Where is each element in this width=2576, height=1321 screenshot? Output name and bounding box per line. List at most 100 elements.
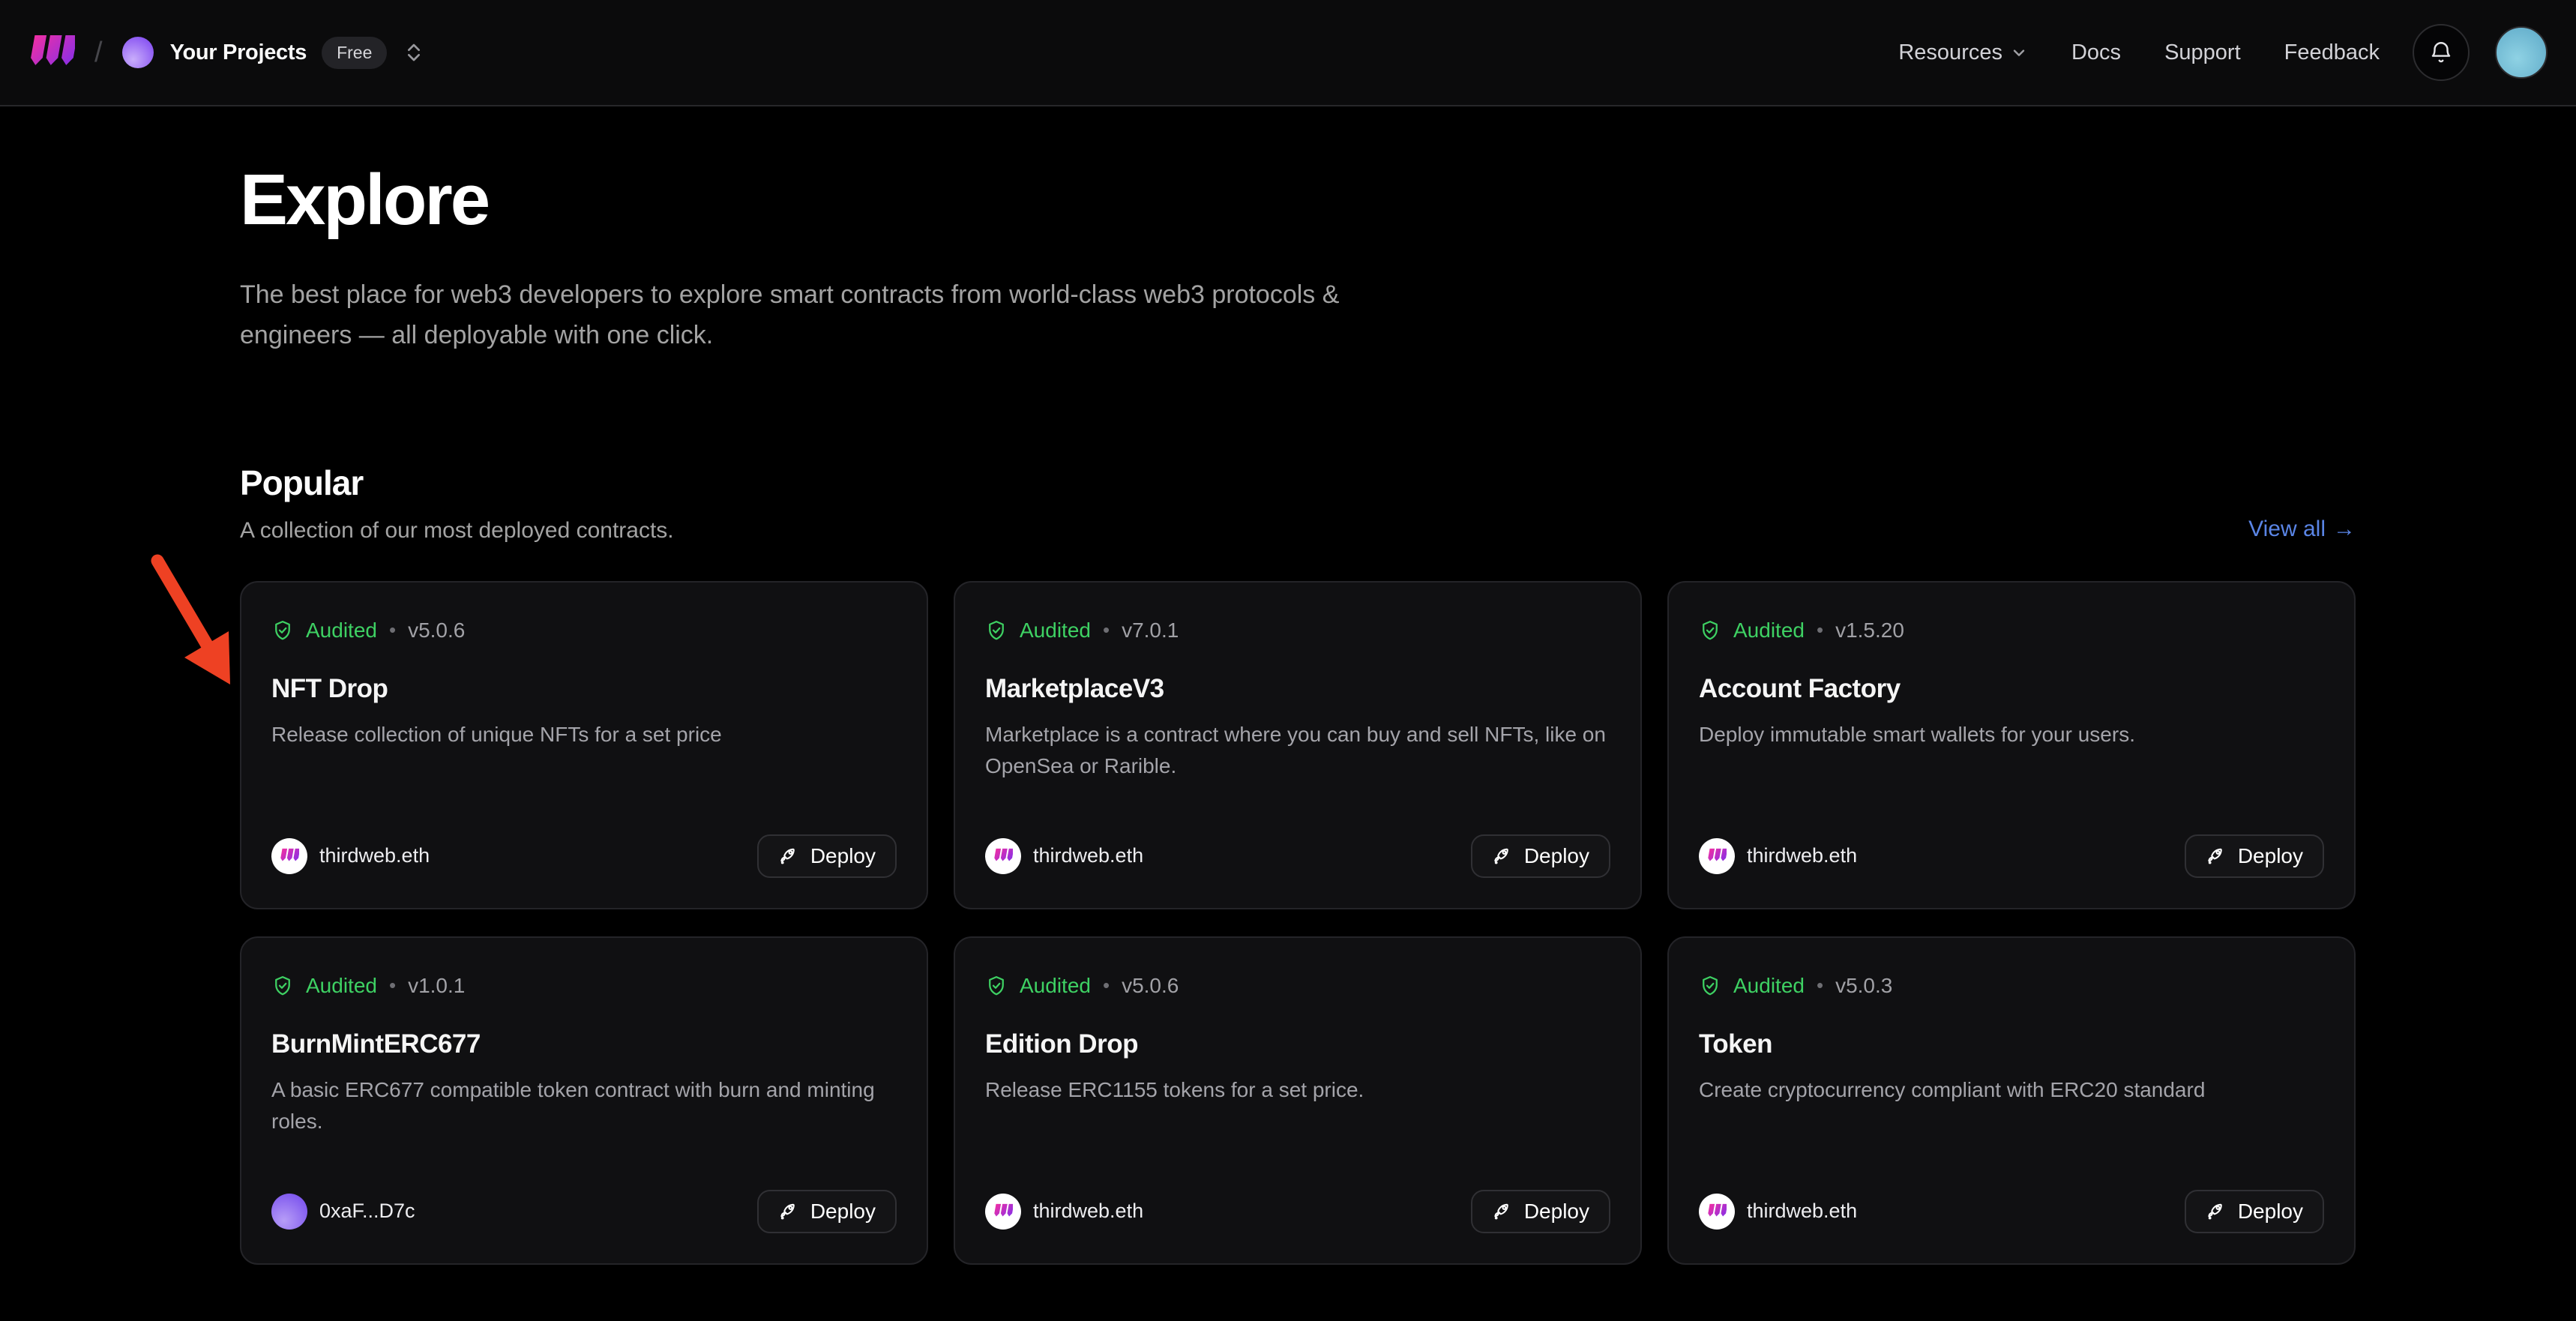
publisher[interactable]: thirdweb.eth	[1699, 838, 1857, 874]
publisher[interactable]: thirdweb.eth	[271, 838, 430, 874]
team-switcher-chevrons-icon[interactable]	[402, 40, 426, 64]
thirdweb-mini-logo-icon	[993, 848, 1013, 864]
publisher[interactable]: thirdweb.eth	[1699, 1194, 1857, 1230]
card-badge-row: Audited • v5.0.3	[1699, 974, 2324, 998]
bell-icon	[2428, 40, 2454, 65]
navbar-right: Resources Docs Support Feedback	[1855, 24, 2548, 81]
nav-link-resources[interactable]: Resources	[1898, 40, 2028, 65]
contract-card[interactable]: Audited • v5.0.3 Token Create cryptocurr…	[1667, 936, 2356, 1265]
main-content: Explore The best place for web3 develope…	[240, 159, 2356, 1265]
contract-title[interactable]: NFT Drop	[271, 674, 897, 704]
rocket-icon	[2206, 1200, 2227, 1222]
publisher-avatar-thirdweb	[1699, 1194, 1735, 1230]
contract-title[interactable]: Token	[1699, 1029, 2324, 1059]
card-footer: thirdweb.eth Deploy	[271, 834, 897, 878]
publisher-avatar-address	[271, 1194, 307, 1230]
badge-dot: •	[1817, 974, 1823, 997]
popular-section-header: Popular A collection of our most deploye…	[240, 463, 2356, 544]
thirdweb-mini-logo-icon	[1707, 848, 1727, 864]
badge-dot: •	[1103, 974, 1110, 997]
contract-description: Deploy immutable smart wallets for your …	[1699, 719, 2324, 750]
thirdweb-mini-logo-icon	[1707, 1203, 1727, 1219]
card-footer: thirdweb.eth Deploy	[985, 834, 1610, 878]
deploy-button[interactable]: Deploy	[1471, 1190, 1610, 1233]
contract-description: Release collection of unique NFTs for a …	[271, 719, 897, 750]
thirdweb-logo[interactable]	[28, 34, 75, 71]
contracts-grid: Audited • v5.0.6 NFT Drop Release collec…	[240, 581, 2356, 1265]
contract-title[interactable]: BurnMintERC677	[271, 1029, 897, 1059]
publisher-name: thirdweb.eth	[1747, 844, 1857, 867]
badge-dot: •	[389, 619, 396, 642]
deploy-label: Deploy	[810, 1200, 876, 1224]
nav-link-support[interactable]: Support	[2164, 40, 2241, 65]
audited-shield-icon	[1699, 975, 1721, 997]
audited-shield-icon	[985, 619, 1008, 642]
publisher-name: thirdweb.eth	[1033, 844, 1143, 867]
contract-card[interactable]: Audited • v7.0.1 MarketplaceV3 Marketpla…	[954, 581, 1642, 909]
contract-version: v5.0.6	[408, 619, 465, 643]
popular-subheading: A collection of our most deployed contra…	[240, 518, 674, 544]
thirdweb-mini-logo-icon	[280, 848, 299, 864]
user-avatar[interactable]	[2495, 26, 2548, 79]
contract-card[interactable]: Audited • v1.5.20 Account Factory Deploy…	[1667, 581, 2356, 909]
page-title: Explore	[240, 159, 2356, 241]
card-badge-row: Audited • v1.5.20	[1699, 619, 2324, 643]
deploy-label: Deploy	[2238, 844, 2303, 868]
view-all-link[interactable]: View all →	[2248, 517, 2356, 542]
deploy-button[interactable]: Deploy	[2185, 1190, 2324, 1233]
deploy-button[interactable]: Deploy	[2185, 834, 2324, 878]
publisher-avatar-thirdweb	[1699, 838, 1735, 874]
card-badge-row: Audited • v1.0.1	[271, 974, 897, 998]
publisher-avatar-thirdweb	[985, 838, 1021, 874]
card-footer: thirdweb.eth Deploy	[1699, 1190, 2324, 1233]
publisher-avatar-thirdweb	[271, 838, 307, 874]
audited-shield-icon	[271, 619, 294, 642]
rocket-icon	[1492, 1200, 1514, 1222]
publisher-name: 0xaF...D7c	[319, 1200, 415, 1223]
contract-card[interactable]: Audited • v1.0.1 BurnMintERC677 A basic …	[240, 936, 928, 1265]
contract-title[interactable]: Edition Drop	[985, 1029, 1610, 1059]
badge-dot: •	[1817, 619, 1823, 642]
publisher-avatar-thirdweb	[985, 1194, 1021, 1230]
rocket-icon	[778, 845, 800, 867]
contract-version: v1.0.1	[408, 974, 465, 998]
rocket-icon	[2206, 845, 2227, 867]
audited-label: Audited	[1733, 974, 1805, 998]
contract-card[interactable]: Audited • v5.0.6 Edition Drop Release ER…	[954, 936, 1642, 1265]
contract-title[interactable]: MarketplaceV3	[985, 674, 1610, 704]
card-footer: thirdweb.eth Deploy	[985, 1190, 1610, 1233]
popular-heading-block: Popular A collection of our most deploye…	[240, 463, 674, 544]
publisher-name: thirdweb.eth	[1747, 1200, 1857, 1223]
deploy-button[interactable]: Deploy	[757, 1190, 897, 1233]
audited-shield-icon	[985, 975, 1008, 997]
contract-description: A basic ERC677 compatible token contract…	[271, 1074, 897, 1137]
contract-version: v1.5.20	[1835, 619, 1904, 643]
deploy-button[interactable]: Deploy	[1471, 834, 1610, 878]
publisher-name: thirdweb.eth	[1033, 1200, 1143, 1223]
contract-card[interactable]: Audited • v5.0.6 NFT Drop Release collec…	[240, 581, 928, 909]
publisher[interactable]: thirdweb.eth	[985, 1194, 1143, 1230]
audited-label: Audited	[1733, 619, 1805, 643]
deploy-label: Deploy	[1524, 844, 1589, 868]
thirdweb-mini-logo-icon	[993, 1203, 1013, 1219]
nav-link-feedback[interactable]: Feedback	[2284, 40, 2380, 65]
page-subtitle: The best place for web3 developers to ex…	[240, 274, 1372, 356]
arrow-right-icon: →	[2333, 517, 2356, 542]
contract-description: Marketplace is a contract where you can …	[985, 719, 1610, 782]
team-switcher[interactable]: Your Projects Free	[122, 37, 427, 69]
plan-badge: Free	[322, 37, 387, 69]
popular-heading: Popular	[240, 463, 674, 503]
audited-label: Audited	[306, 974, 377, 998]
contract-title[interactable]: Account Factory	[1699, 674, 2324, 704]
team-avatar	[122, 37, 154, 68]
nav-link-resources-label: Resources	[1898, 40, 2002, 65]
nav-link-docs[interactable]: Docs	[2071, 40, 2121, 65]
publisher[interactable]: thirdweb.eth	[985, 838, 1143, 874]
publisher[interactable]: 0xaF...D7c	[271, 1194, 415, 1230]
publisher-name: thirdweb.eth	[319, 844, 430, 867]
badge-dot: •	[389, 974, 396, 997]
contract-description: Release ERC1155 tokens for a set price.	[985, 1074, 1610, 1106]
contract-version: v5.0.6	[1122, 974, 1179, 998]
notifications-button[interactable]	[2413, 24, 2470, 81]
deploy-button[interactable]: Deploy	[757, 834, 897, 878]
